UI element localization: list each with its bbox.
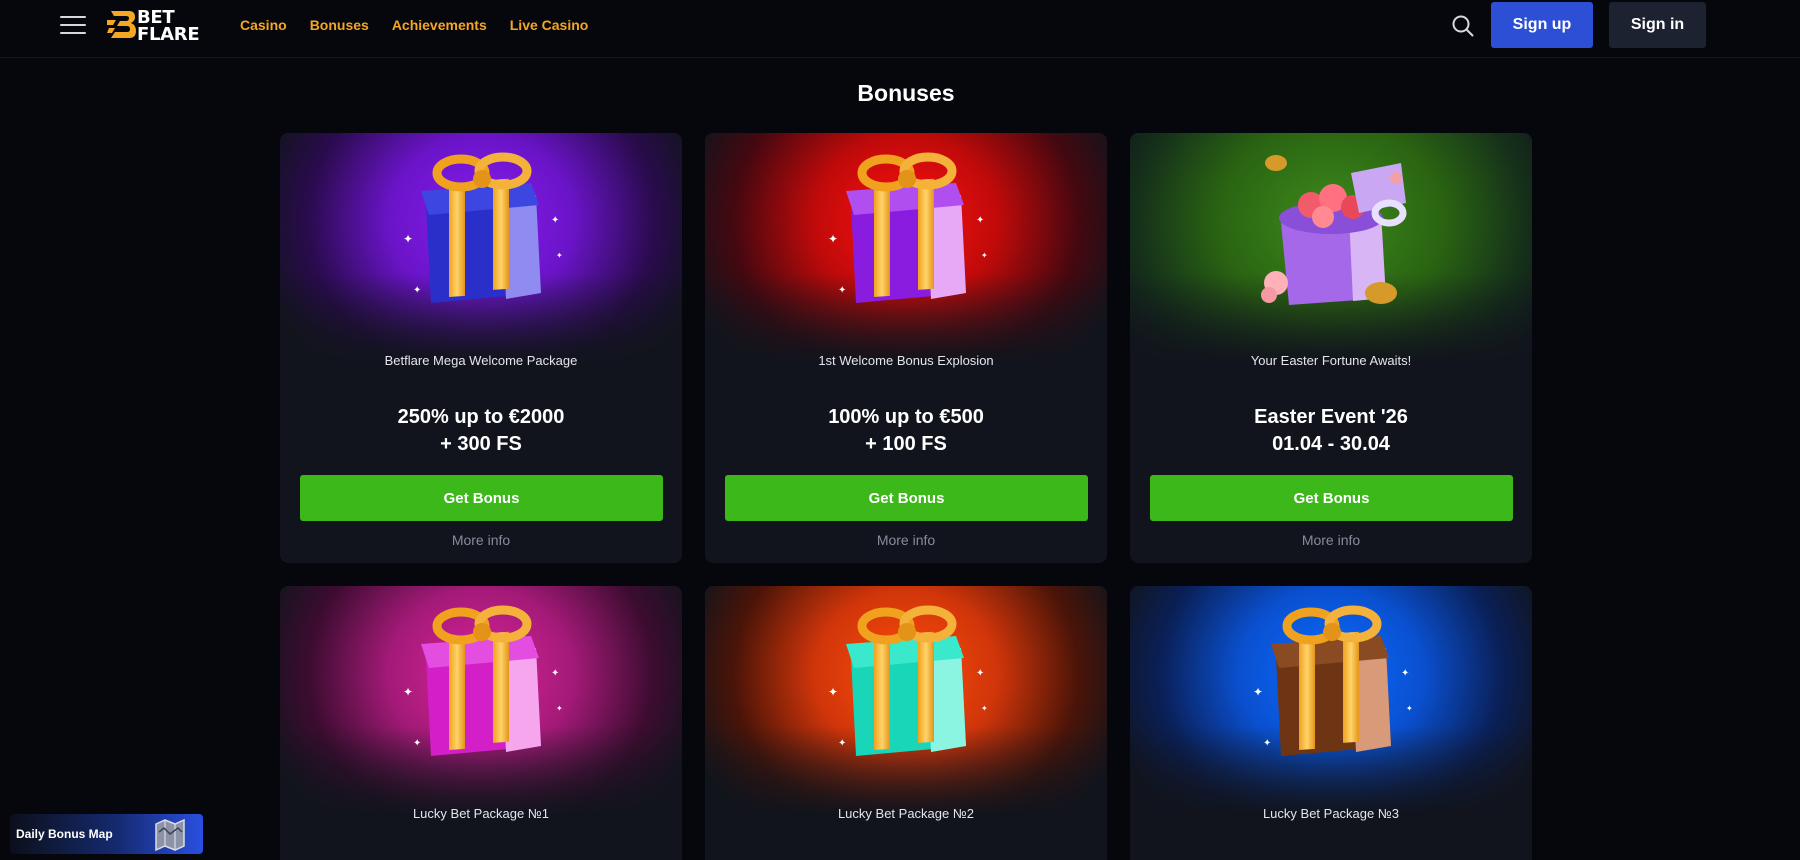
svg-text:✦: ✦	[556, 251, 563, 260]
daily-bonus-map-label: Daily Bonus Map	[16, 827, 113, 841]
svg-text:✦: ✦	[551, 215, 559, 226]
svg-text:✦: ✦	[1253, 685, 1263, 699]
svg-text:✦: ✦	[413, 285, 421, 296]
top-header: BET FLARE Casino Bonuses Achievements Li…	[0, 0, 1800, 58]
sign-up-button[interactable]: Sign up	[1491, 2, 1593, 48]
svg-text:✦: ✦	[976, 668, 984, 679]
card-headline-line2: 01.04 - 30.04	[1272, 433, 1390, 455]
purple-gift-box-icon: ✦ ✦ ✦ ✦	[828, 152, 988, 303]
card-subtitle: Lucky Bet Package №2	[837, 806, 975, 821]
brown-gift-box-icon: ✦ ✦ ✦ ✦	[1253, 605, 1413, 756]
more-info-link[interactable]: More info	[1130, 532, 1532, 548]
nav-bonuses[interactable]: Bonuses	[310, 17, 369, 33]
daily-bonus-map-widget[interactable]: Daily Bonus Map	[10, 814, 203, 854]
svg-text:✦: ✦	[838, 285, 846, 296]
more-info-link[interactable]: More info	[280, 532, 682, 548]
main-nav: Casino Bonuses Achievements Live Casino	[240, 17, 588, 33]
card-subtitle: Lucky Bet Package №1	[412, 806, 550, 821]
page-title: Bonuses	[857, 80, 955, 106]
svg-text:✦: ✦	[828, 232, 838, 246]
svg-text:✦: ✦	[413, 738, 421, 749]
bonus-card-easter-event: Your Easter Fortune Awaits! Easter Event…	[1130, 133, 1532, 563]
get-bonus-button[interactable]: Get Bonus	[1150, 475, 1513, 521]
svg-text:✦: ✦	[976, 215, 984, 226]
turquoise-gift-box-icon: ✦ ✦ ✦ ✦	[828, 605, 988, 756]
hamburger-menu-icon[interactable]	[60, 14, 86, 36]
get-bonus-button[interactable]: Get Bonus	[300, 475, 663, 521]
card-subtitle: Betflare Mega Welcome Package	[384, 353, 578, 368]
betflare-logo[interactable]: BET FLARE	[107, 6, 211, 46]
logo-wordmark: BET FLARE	[137, 9, 200, 45]
svg-text:✦: ✦	[981, 704, 988, 713]
svg-text:✦: ✦	[403, 685, 413, 699]
nav-achievements[interactable]: Achievements	[392, 17, 487, 33]
svg-text:✦: ✦	[403, 232, 413, 246]
card-headline-line2: + 100 FS	[865, 433, 947, 455]
nav-live-casino[interactable]: Live Casino	[510, 17, 589, 33]
nav-casino[interactable]: Casino	[240, 17, 287, 33]
card-headline: 100% up to €500 + 100 FS	[705, 404, 1107, 458]
flame-logo-icon	[107, 11, 136, 38]
bonus-card-mega-welcome: ✦ ✦ ✦ ✦ Betflare Mega Welcome Package 25…	[280, 133, 682, 563]
easter-gift-box-icon	[1261, 155, 1407, 305]
card-subtitle: 1st Welcome Bonus Explosion	[818, 353, 994, 368]
bonus-card-lucky-bet-1: ✦ ✦ ✦ ✦ Lucky Bet Package №1	[280, 586, 682, 860]
card-headline-line1: 250% up to €2000	[397, 406, 565, 428]
map-icon	[155, 818, 185, 852]
sign-in-button[interactable]: Sign in	[1609, 2, 1706, 48]
svg-text:✦: ✦	[838, 738, 846, 749]
search-icon[interactable]	[1451, 14, 1475, 38]
logo-text-flare: FLARE	[137, 24, 200, 45]
card-subtitle: Your Easter Fortune Awaits!	[1250, 353, 1412, 368]
svg-text:✦: ✦	[981, 251, 988, 260]
svg-text:✦: ✦	[1263, 738, 1271, 749]
get-bonus-button[interactable]: Get Bonus	[725, 475, 1088, 521]
svg-text:✦: ✦	[556, 704, 563, 713]
bonus-card-first-welcome: ✦ ✦ ✦ ✦ 1st Welcome Bonus Explosion 100%…	[705, 133, 1107, 563]
more-info-link[interactable]: More info	[705, 532, 1107, 548]
card-headline: 250% up to €2000 + 300 FS	[280, 404, 682, 458]
svg-text:✦: ✦	[551, 668, 559, 679]
pink-gift-box-icon: ✦ ✦ ✦ ✦	[403, 605, 563, 756]
svg-text:✦: ✦	[828, 685, 838, 699]
card-headline-line1: Easter Event '26	[1254, 406, 1408, 428]
card-headline-line2: + 300 FS	[440, 433, 522, 455]
card-headline-line1: 100% up to €500	[828, 406, 984, 428]
blue-gift-box-icon: ✦ ✦ ✦ ✦	[403, 152, 563, 303]
card-headline: Easter Event '26 01.04 - 30.04	[1130, 404, 1532, 458]
svg-text:✦: ✦	[1406, 704, 1413, 713]
bonus-card-lucky-bet-3: ✦ ✦ ✦ ✦ Lucky Bet Package №3	[1130, 586, 1532, 860]
bonus-card-lucky-bet-2: ✦ ✦ ✦ ✦ Lucky Bet Package №2	[705, 586, 1107, 860]
card-subtitle: Lucky Bet Package №3	[1262, 806, 1400, 821]
svg-text:✦: ✦	[1401, 668, 1409, 679]
